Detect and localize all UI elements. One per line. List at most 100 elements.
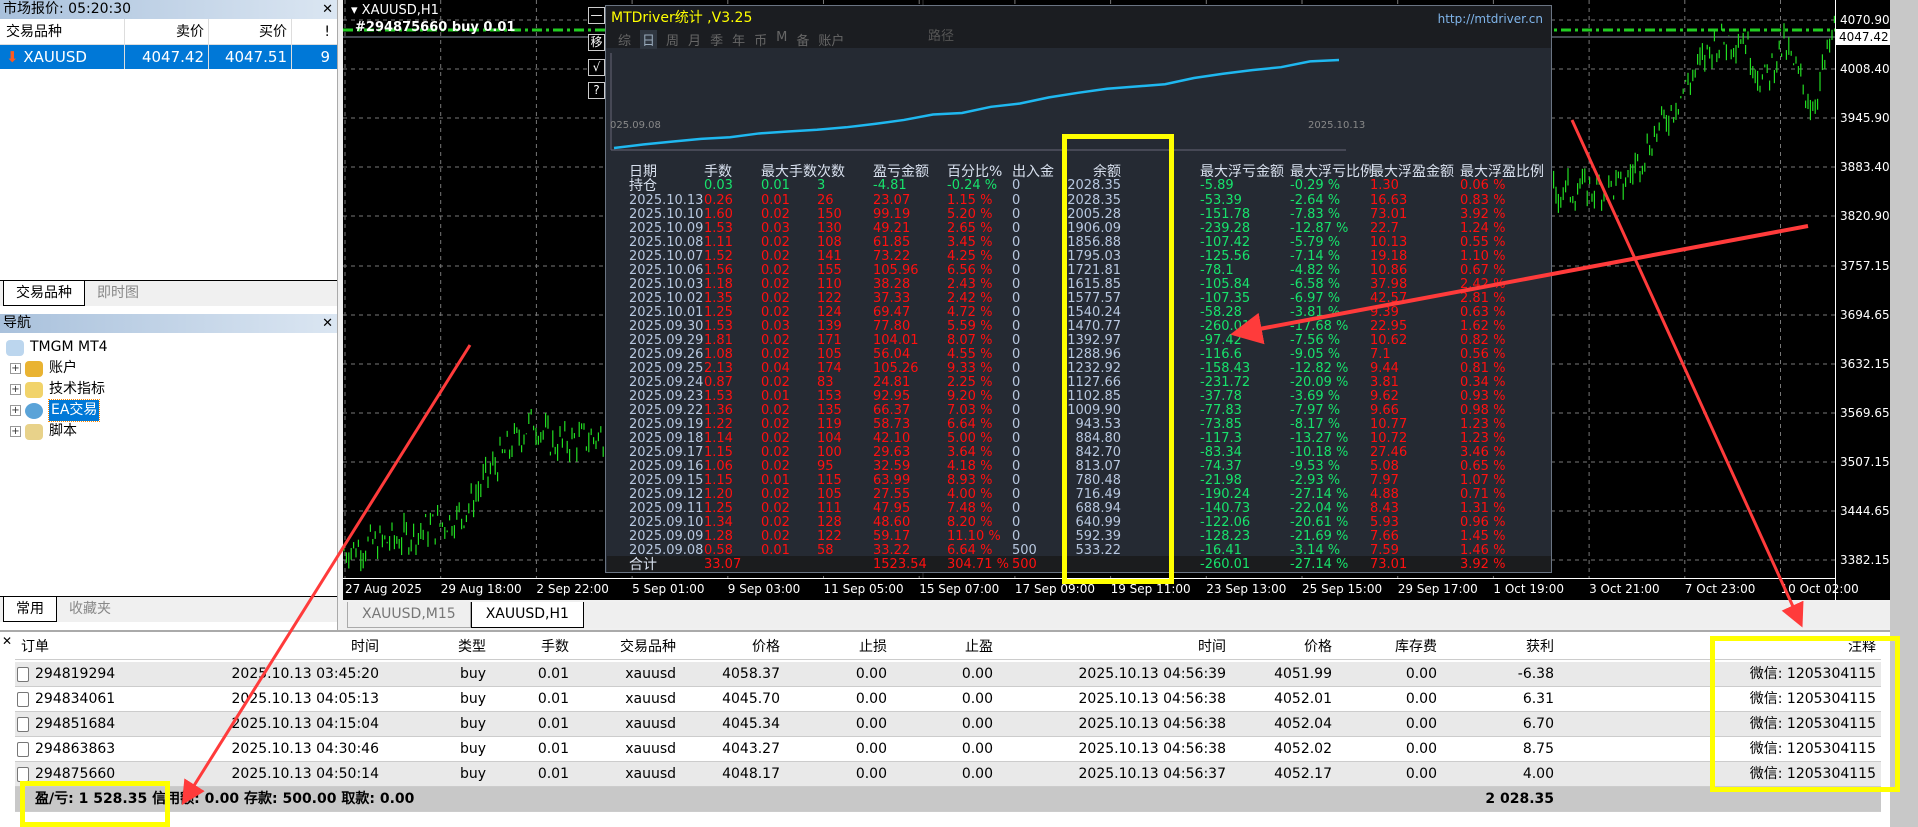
holding-lots: 0.03	[704, 178, 733, 193]
trade-cell: 0.00	[1405, 666, 1437, 682]
left-panel: 市场报价: 05:20:30 ✕ 交易品种 卖价 买价 ! ⬇ XAUUSD 40…	[0, 0, 338, 630]
holding-max_fp: 1.30	[1370, 178, 1399, 193]
stats-header: 手数	[704, 164, 732, 180]
stats-cell: 813.07	[1075, 459, 1122, 474]
tree-item-scripts[interactable]: + 脚本	[0, 421, 337, 442]
close-icon[interactable]: ✕	[322, 0, 333, 19]
stats-cell: 2028.35	[1067, 193, 1121, 208]
tab-tick-chart[interactable]: 即时图	[85, 281, 151, 306]
stats-cell: 10.77	[1370, 417, 1408, 432]
stats-cell: 105.26	[873, 361, 919, 376]
column-header[interactable]: 价格	[1304, 635, 1332, 660]
terminal-icon	[6, 339, 24, 356]
stats-cell: 1.24 %	[1460, 221, 1506, 236]
col-bid[interactable]: 卖价	[125, 19, 209, 44]
trade-row[interactable]: 294819294 2025.10.13 03:45:20 buy 0.01 xauus…	[15, 662, 1881, 687]
time-tick-label: 5 Sep 01:00	[632, 582, 705, 596]
stats-cell: 26	[817, 193, 834, 208]
trade-cell: 0.00	[855, 716, 887, 732]
tree-label: 账户	[49, 360, 77, 376]
stats-cell: 105.96	[873, 263, 919, 278]
trade-cell: 6.31	[1522, 691, 1554, 707]
tab-favorites[interactable]: 收藏夹	[57, 597, 123, 622]
expand-icon[interactable]: +	[10, 426, 21, 437]
col-symbol[interactable]: 交易品种	[0, 19, 125, 44]
column-header[interactable]: 价格	[752, 635, 780, 660]
column-header[interactable]: 时间	[1198, 635, 1226, 660]
stats-cell: 22.7	[1370, 221, 1399, 236]
column-header[interactable]: 获利	[1526, 635, 1554, 660]
stats-cell: 10.86	[1370, 263, 1408, 278]
stats-cell: 7.1	[1370, 347, 1391, 362]
move-button[interactable]: 移	[588, 34, 605, 51]
stats-cell: 119	[817, 417, 842, 432]
stats-header: 日期	[629, 164, 657, 180]
column-header[interactable]: 手数	[541, 635, 569, 660]
close-icon[interactable]: ✕	[322, 314, 333, 333]
tree-item-accounts[interactable]: + 账户	[0, 358, 337, 379]
trade-row[interactable]: 294875660 2025.10.13 04:50:14 buy 0.01 xauus…	[15, 762, 1881, 787]
column-header[interactable]: 止盈	[965, 635, 993, 660]
trade-row[interactable]: 294851684 2025.10.13 04:15:04 buy 0.01 xauus…	[15, 712, 1881, 737]
help-button[interactable]: ?	[588, 82, 605, 99]
column-header[interactable]: 交易品种	[620, 635, 676, 660]
table-header[interactable]: 订单 时间 类型 手数 交易品种 价格 止损 止盈 时间 价格 库存费 获利 注释	[15, 635, 1881, 660]
check-button[interactable]: √	[588, 59, 605, 76]
chart-symbol: XAUUSD,H1	[361, 3, 439, 18]
time-axis: 27 Aug 2025 29 Aug 18:00 2 Sep 22:00 5 Sep …	[343, 578, 1859, 600]
stats-cell: 174	[817, 361, 842, 376]
stats-cell: 0	[1012, 515, 1021, 530]
scrollbar[interactable]	[1890, 0, 1918, 827]
column-header[interactable]: 时间	[351, 635, 379, 660]
stats-cell: 0	[1012, 347, 1021, 362]
price-axis: 4070.90 4008.40 3945.90 3883.40 3820.90 3757.…	[1835, 0, 1890, 600]
tree-root[interactable]: TMGM MT4	[0, 337, 337, 358]
stats-cell: 1.62 %	[1460, 319, 1506, 334]
tree-item-indicators[interactable]: + 技术指标	[0, 379, 337, 400]
stats-cell: 1.11	[704, 235, 733, 250]
price-tick-label: 3632.15	[1840, 356, 1890, 371]
accounts-icon	[25, 360, 43, 377]
expand-icon[interactable]: +	[10, 405, 21, 416]
stats-cell: 6.56 %	[947, 263, 993, 278]
stats-cell: 5.08	[1370, 459, 1399, 474]
tab-common[interactable]: 常用	[3, 597, 57, 622]
tab-xauusd-m15[interactable]: XAUUSD,M15	[347, 602, 471, 628]
close-icon[interactable]: ✕	[2, 634, 12, 648]
expand-icon[interactable]: +	[10, 384, 21, 395]
time-tick-label: 27 Aug 2025	[345, 582, 422, 596]
stats-cell: 1.53	[704, 221, 733, 236]
column-header[interactable]: 订单	[21, 635, 49, 660]
stats-cell: 2025.09.10	[629, 515, 704, 530]
stats-cell: -105.84	[1200, 277, 1251, 292]
minimize-button[interactable]: —	[588, 7, 605, 24]
time-tick-label: 29 Sep 17:00	[1397, 582, 1478, 596]
stats-cell: 3.81	[1370, 375, 1399, 390]
tab-xauusd-h1[interactable]: XAUUSD,H1	[470, 602, 584, 628]
column-header[interactable]: 注释	[1848, 635, 1876, 660]
tree-item-expert-advisors[interactable]: + EA交易	[0, 399, 337, 422]
stats-cell: 0.63 %	[1460, 305, 1506, 320]
tab-symbols[interactable]: 交易品种	[3, 281, 85, 306]
stats-cell: 0	[1012, 487, 1021, 502]
total-profit: 2 028.35	[1485, 791, 1554, 807]
col-spread[interactable]: !	[292, 19, 334, 44]
trade-cell: 4052.04	[1274, 716, 1332, 732]
stats-cell: -83.34	[1200, 445, 1242, 460]
symbol-row[interactable]: ⬇ XAUUSD 4047.42 4047.51 9	[0, 45, 337, 69]
stats-cell: 73.01	[1370, 207, 1408, 222]
stats-cell: 77.80	[873, 319, 911, 334]
trade-row[interactable]: 294834061 2025.10.13 04:05:13 buy 0.01 xauus…	[15, 687, 1881, 712]
terminal-trade-table: ✕ 订单 时间 类型 手数 交易品种 价格 止损 止盈 时间 价格 库存费 获利 注释 294819294…	[0, 630, 1890, 827]
stats-cell: 592.39	[1075, 529, 1122, 544]
column-header[interactable]: 类型	[458, 635, 486, 660]
stats-cell: 0.02	[761, 207, 790, 222]
column-header[interactable]: 止损	[859, 635, 887, 660]
col-ask[interactable]: 买价	[209, 19, 292, 44]
summary-row[interactable]: 盈/亏: 1 528.35 信用额: 0.00 存款: 500.00 取款: 0…	[15, 787, 1881, 812]
stats-cell: 1232.92	[1067, 361, 1121, 376]
column-header[interactable]: 库存费	[1395, 635, 1437, 660]
stats-cell: 124	[817, 305, 842, 320]
trade-row[interactable]: 294863863 2025.10.13 04:30:46 buy 0.01 xauus…	[15, 737, 1881, 762]
expand-icon[interactable]: +	[10, 363, 21, 374]
